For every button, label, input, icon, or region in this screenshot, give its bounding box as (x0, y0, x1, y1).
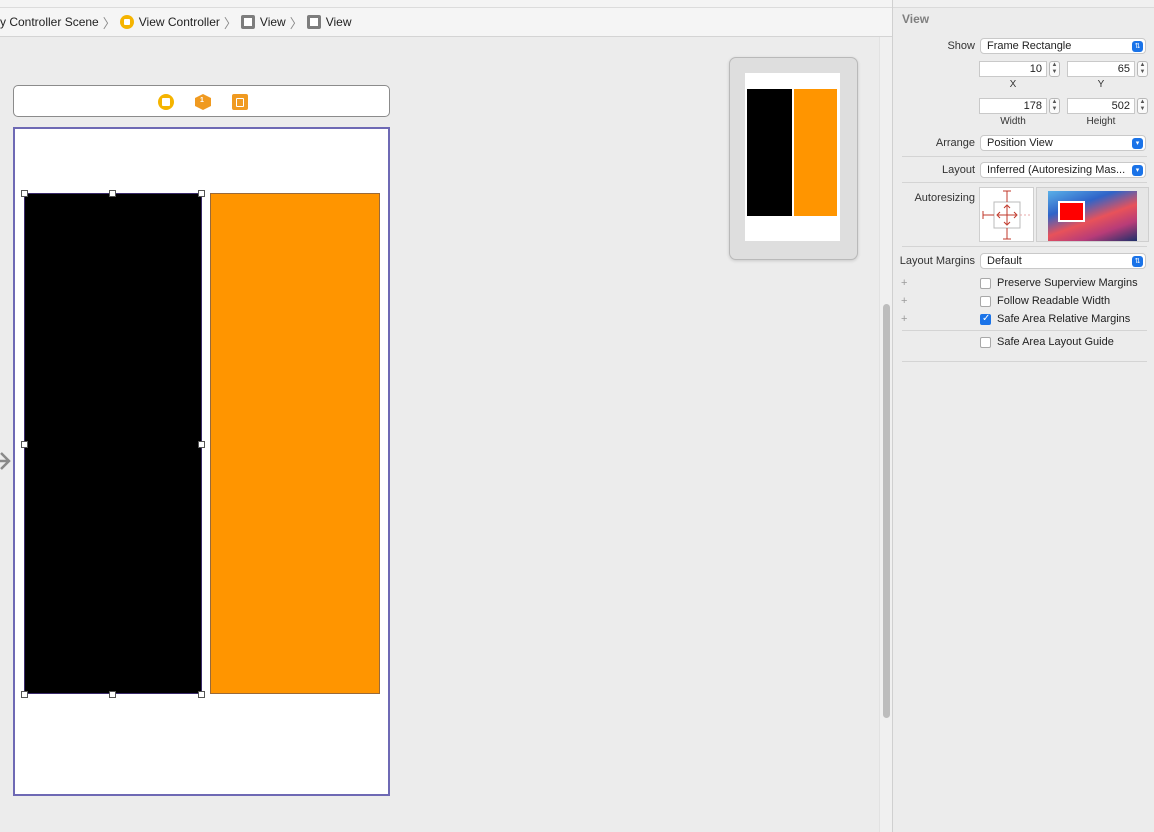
layout-popup-value: Inferred (Autoresizing Mas... (987, 164, 1126, 176)
resize-handle-middle-right[interactable] (198, 441, 205, 448)
inspector-top-strip (893, 0, 1154, 8)
y-stepper[interactable]: ▲ ▼ (1137, 61, 1148, 77)
show-popup-value: Frame Rectangle (987, 40, 1072, 52)
size-inspector: View Show Frame Rectangle ⇅ 10 ▲ ▼ X 65 ▲… (892, 0, 1154, 832)
preview-screen (745, 73, 840, 241)
exit-icon[interactable] (232, 94, 248, 110)
autoresizing-label: Autoresizing (914, 192, 975, 204)
autoresizing-preview-view (1058, 201, 1085, 222)
height-stepper[interactable]: ▲ ▼ (1137, 98, 1148, 114)
height-caption: Height (1086, 116, 1116, 127)
arrange-popup[interactable]: Position View ▾ (980, 135, 1146, 151)
height-field[interactable]: 502 (1067, 98, 1135, 114)
breadcrumb-view[interactable]: View (240, 15, 286, 29)
add-variation-icon[interactable]: + (901, 295, 907, 307)
y-caption: Y (1097, 79, 1105, 90)
scrollbar-thumb[interactable] (883, 304, 890, 718)
show-popup[interactable]: Frame Rectangle ⇅ (980, 38, 1146, 54)
jump-bar: y Controller Scene 〉 View Controller 〉 V… (0, 8, 892, 37)
checkbox-label: Safe Area Layout Guide (997, 336, 1114, 348)
resize-handle-top-center[interactable] (109, 190, 116, 197)
chevron-right-icon: 〉 (289, 15, 303, 31)
editor-top-strip (0, 0, 892, 8)
safe-area-layout-guide-checkbox[interactable]: Safe Area Layout Guide (980, 336, 1114, 348)
view-controller-icon[interactable] (158, 94, 174, 110)
show-label: Show (947, 40, 975, 52)
canvas-vertical-scrollbar[interactable] (879, 37, 892, 832)
preserve-superview-margins-checkbox[interactable]: Preserve Superview Margins (980, 277, 1138, 289)
layout-margins-label: Layout Margins (899, 255, 975, 267)
checkbox-label: Preserve Superview Margins (997, 277, 1138, 289)
x-stepper[interactable]: ▲ ▼ (1049, 61, 1060, 77)
breadcrumb-scene[interactable]: y Controller Scene (0, 15, 99, 29)
resize-handle-bottom-right[interactable] (198, 691, 205, 698)
x-field[interactable]: 10 (979, 61, 1047, 77)
resize-handle-middle-left[interactable] (21, 441, 28, 448)
first-responder-icon[interactable] (195, 94, 211, 110)
device-preview-thumbnail[interactable] (729, 57, 858, 260)
breadcrumb-view-controller[interactable]: View Controller (119, 15, 220, 29)
divider (902, 156, 1147, 157)
arrange-label: Arrange (935, 137, 975, 149)
layout-label: Layout (941, 164, 975, 176)
chevron-right-icon: 〉 (102, 15, 116, 31)
layout-popup[interactable]: Inferred (Autoresizing Mas... ▾ (980, 162, 1146, 178)
x-caption: X (1009, 79, 1017, 90)
popup-arrow-icon: ▾ (1132, 138, 1143, 149)
layout-margins-popup-value: Default (987, 255, 1022, 267)
breadcrumb-view-label: View (259, 15, 286, 29)
resize-handle-top-left[interactable] (21, 190, 28, 197)
black-subview[interactable] (24, 193, 202, 694)
autoresizing-springs-struts-icon (982, 190, 1032, 240)
storyboard-canvas[interactable]: y Controller Scene 〉 View Controller 〉 V… (0, 0, 892, 832)
divider (902, 246, 1147, 247)
xcode-interface-builder: y Controller Scene 〉 View Controller 〉 V… (0, 0, 1154, 832)
checkbox-unchecked-icon (980, 277, 991, 289)
view-icon (306, 15, 321, 29)
entry-point-arrow-icon[interactable] (0, 449, 12, 473)
scene-dock (13, 85, 390, 117)
popup-arrow-icon: ▾ (1132, 165, 1143, 176)
divider (902, 330, 1147, 331)
checkbox-unchecked-icon (980, 336, 991, 348)
popup-arrows-icon: ⇅ (1132, 256, 1143, 267)
divider (902, 182, 1147, 183)
resize-handle-bottom-left[interactable] (21, 691, 28, 698)
y-field[interactable]: 65 (1067, 61, 1135, 77)
autoresizing-preview-image (1048, 191, 1137, 241)
preview-black-view (747, 89, 792, 216)
width-caption: Width (1000, 116, 1026, 127)
breadcrumb-subview[interactable]: View (306, 15, 352, 29)
view-controller-icon (119, 15, 134, 29)
width-stepper[interactable]: ▲ ▼ (1049, 98, 1060, 114)
checkbox-label: Follow Readable Width (997, 295, 1111, 307)
checkbox-unchecked-icon (980, 295, 991, 307)
popup-arrows-icon: ⇅ (1132, 41, 1143, 52)
layout-margins-popup[interactable]: Default ⇅ (980, 253, 1146, 269)
resize-handle-bottom-center[interactable] (109, 691, 116, 698)
breadcrumb-subview-label: View (325, 15, 352, 29)
add-variation-icon[interactable]: + (901, 313, 907, 325)
orange-subview[interactable] (210, 193, 380, 694)
autoresizing-animation-preview (1036, 187, 1149, 242)
checkbox-checked-icon (980, 313, 991, 325)
autoresizing-mask-control[interactable] (979, 187, 1034, 242)
safe-area-relative-margins-checkbox[interactable]: Safe Area Relative Margins (980, 313, 1130, 325)
follow-readable-width-checkbox[interactable]: Follow Readable Width (980, 295, 1110, 307)
arrange-popup-value: Position View (987, 137, 1053, 149)
preview-orange-view (794, 89, 837, 216)
resize-handle-top-right[interactable] (198, 190, 205, 197)
checkbox-label: Safe Area Relative Margins (997, 313, 1131, 325)
view-icon (240, 15, 255, 29)
add-variation-icon[interactable]: + (901, 277, 907, 289)
width-field[interactable]: 178 (979, 98, 1047, 114)
divider (902, 361, 1147, 362)
inspector-section-title: View (902, 12, 930, 26)
breadcrumb-scene-label: y Controller Scene (0, 15, 99, 29)
breadcrumb-view-controller-label: View Controller (138, 15, 220, 29)
chevron-right-icon: 〉 (223, 15, 237, 31)
